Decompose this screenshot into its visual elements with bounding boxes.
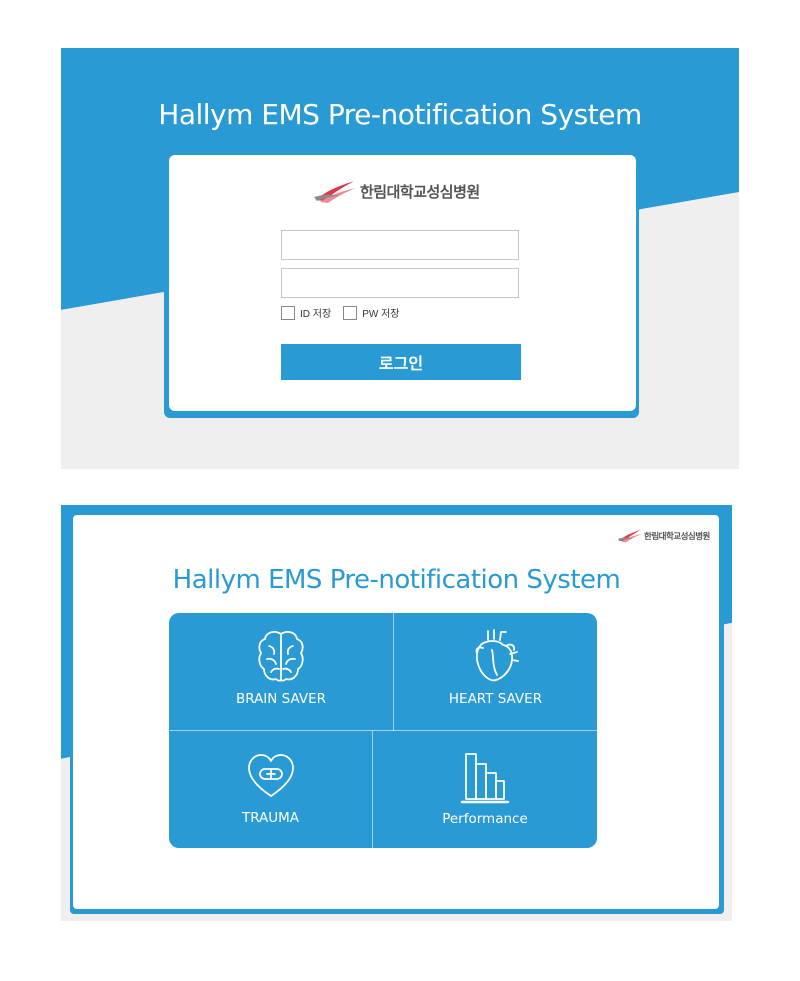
brain-saver-tile[interactable]: BRAIN SAVER: [169, 613, 393, 730]
id-input[interactable]: [281, 230, 519, 260]
brain-icon: [258, 631, 304, 682]
performance-tile[interactable]: Performance: [373, 731, 597, 848]
heart-saver-tile[interactable]: HEART SAVER: [394, 613, 597, 730]
save-id-label: ID 저장: [300, 309, 332, 320]
save-pw-checkbox[interactable]: PW 저장: [343, 305, 399, 320]
login-screen: Hallym EMS Pre-notification System 한림대학교…: [61, 48, 739, 469]
login-button[interactable]: 로그인: [281, 344, 521, 380]
save-pw-label: PW 저장: [362, 309, 400, 320]
page-title: Hallym EMS Pre-notification System: [158, 98, 642, 131]
heart-organ-icon: [474, 629, 519, 682]
save-options: ID 저장 PW 저장: [281, 305, 399, 320]
hospital-name: 한림대학교성심병원: [360, 183, 480, 201]
menu-title: Hallym EMS Pre-notification System: [172, 565, 621, 595]
save-id-checkbox[interactable]: ID 저장: [281, 305, 331, 320]
save-pw-checkbox-box[interactable]: [343, 305, 358, 320]
hospital-logo-small: 한림대학교성심병원: [618, 528, 710, 543]
hospital-name-small: 한림대학교성심병원: [644, 530, 710, 541]
password-input[interactable]: [281, 268, 519, 298]
menu-grid: BRAIN SAVER HEART SAVER TRAUMA Performan…: [169, 613, 597, 848]
menu-screen: 한림대학교성심병원 Hallym EMS Pre-notification Sy…: [61, 505, 732, 921]
performance-label: Performance: [442, 811, 528, 827]
hospital-logo: 한림대학교성심병원: [314, 178, 480, 204]
heart-bandage-icon: [247, 754, 294, 797]
hallym-logo-small-icon: [618, 529, 642, 543]
brain-saver-label: BRAIN SAVER: [235, 691, 327, 707]
trauma-tile[interactable]: TRAUMA: [169, 731, 372, 848]
heart-saver-label: HEART SAVER: [448, 691, 543, 707]
hallym-logo-icon: [314, 181, 355, 203]
login-card: 한림대학교성심병원 ID 저장 PW 저장 로그인: [169, 155, 636, 411]
trauma-label: TRAUMA: [241, 810, 300, 826]
save-id-checkbox-box[interactable]: [281, 305, 295, 320]
bar-chart-icon: [460, 753, 510, 804]
